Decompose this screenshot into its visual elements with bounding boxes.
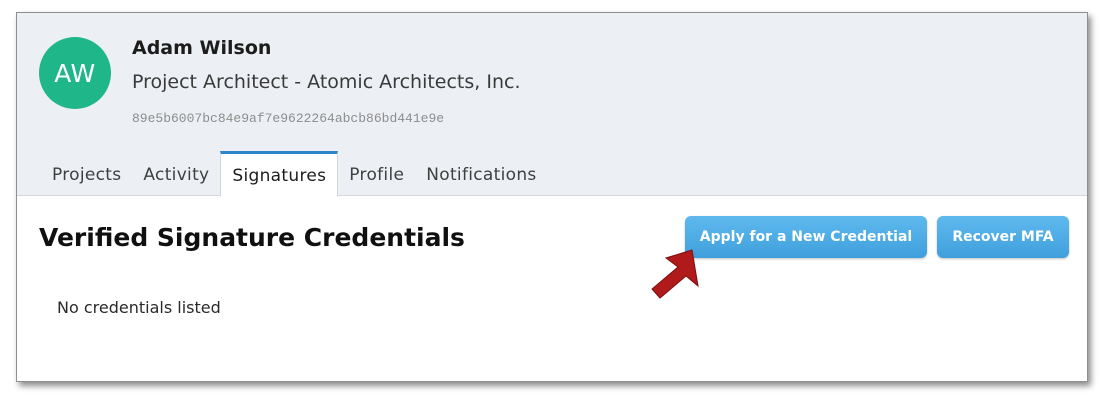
- apply-new-credential-button[interactable]: Apply for a New Credential: [685, 216, 927, 258]
- recover-mfa-button[interactable]: Recover MFA: [937, 216, 1069, 258]
- empty-state-message: No credentials listed: [57, 298, 221, 317]
- tab-profile[interactable]: Profile: [338, 151, 415, 196]
- tab-notifications[interactable]: Notifications: [415, 151, 547, 196]
- user-name: Adam Wilson: [132, 37, 272, 59]
- tab-activity[interactable]: Activity: [132, 151, 220, 196]
- tab-signatures[interactable]: Signatures: [220, 151, 339, 197]
- user-title: Project Architect - Atomic Architects, I…: [132, 71, 521, 93]
- profile-header: AW Adam Wilson Project Architect - Atomi…: [17, 13, 1087, 197]
- profile-tabs: Projects Activity Signatures Profile Not…: [41, 151, 548, 197]
- account-panel: AW Adam Wilson Project Architect - Atomi…: [16, 12, 1088, 382]
- section-title: Verified Signature Credentials: [39, 223, 465, 252]
- tab-projects[interactable]: Projects: [41, 151, 132, 196]
- red-pointer-arrow-icon: [651, 249, 699, 299]
- user-id-hash: 89e5b6007bc84e9af7e9622264abcb86bd441e9e: [132, 111, 445, 126]
- arrow-shape: [651, 249, 699, 299]
- avatar: AW: [39, 37, 111, 109]
